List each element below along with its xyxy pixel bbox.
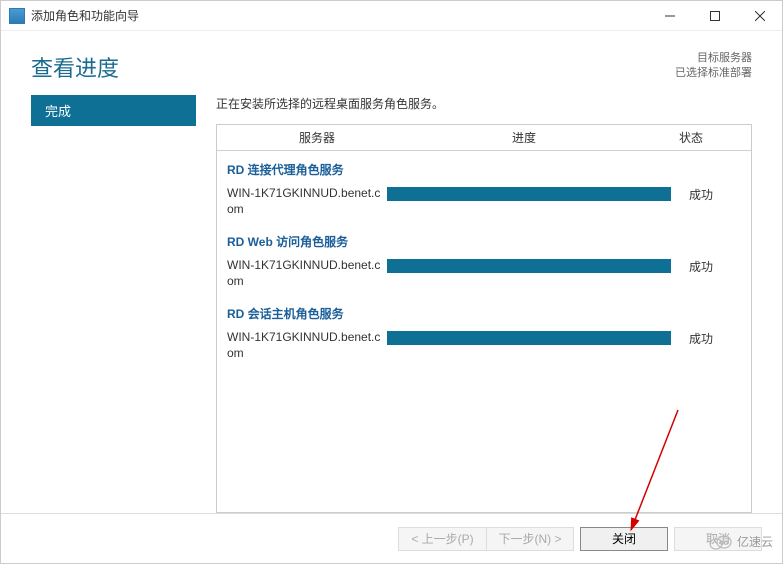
progress-headers: 服务器 进度 状态 [217, 125, 751, 151]
server-name: WIN-1K71GKINNUD.benet.com [227, 330, 387, 361]
progress-bar-wrap [387, 186, 671, 201]
close-button[interactable]: 关闭 [580, 527, 668, 551]
target-info: 目标服务器 已选择标准部署 [675, 51, 752, 82]
page-title: 查看进度 [31, 51, 119, 83]
target-info-value: 已选择标准部署 [675, 66, 752, 81]
footer: < 上一步(P) 下一步(N) > 关闭 取消 [1, 513, 782, 563]
sidebar: 完成 [31, 95, 196, 513]
service-row: WIN-1K71GKINNUD.benet.com 成功 [227, 258, 741, 289]
sidebar-step-done: 完成 [31, 95, 196, 126]
service-title: RD 连接代理角色服务 [227, 161, 741, 178]
service-block: RD Web 访问角色服务 WIN-1K71GKINNUD.benet.com … [217, 223, 751, 295]
status-value: 成功 [671, 330, 741, 347]
nav-button-group: < 上一步(P) 下一步(N) > [398, 527, 574, 551]
target-info-label: 目标服务器 [675, 51, 752, 66]
close-window-button[interactable] [737, 1, 782, 30]
status-value: 成功 [671, 186, 741, 203]
body-area: 完成 正在安装所选择的远程桌面服务角色服务。 服务器 进度 状态 RD 连接代理… [1, 95, 782, 513]
progress-bar-wrap [387, 330, 671, 345]
progress-bar-wrap [387, 258, 671, 273]
progress-bar [387, 187, 671, 201]
titlebar: 添加角色和功能向导 [1, 1, 782, 31]
header-area: 查看进度 目标服务器 已选择标准部署 [1, 31, 782, 95]
service-row: WIN-1K71GKINNUD.benet.com 成功 [227, 330, 741, 361]
content: 正在安装所选择的远程桌面服务角色服务。 服务器 进度 状态 RD 连接代理角色服… [196, 95, 782, 513]
service-block: RD 会话主机角色服务 WIN-1K71GKINNUD.benet.com 成功 [217, 295, 751, 367]
progress-bar [387, 259, 671, 273]
window-controls [647, 1, 782, 30]
service-title: RD Web 访问角色服务 [227, 233, 741, 250]
service-title: RD 会话主机角色服务 [227, 305, 741, 322]
install-message: 正在安装所选择的远程桌面服务角色服务。 [216, 95, 752, 112]
cancel-button: 取消 [674, 527, 762, 551]
app-icon [9, 8, 25, 24]
col-header-status: 状态 [631, 125, 751, 150]
next-button: 下一步(N) > [486, 527, 574, 551]
progress-panel: 服务器 进度 状态 RD 连接代理角色服务 WIN-1K71GKINNUD.be… [216, 124, 752, 513]
progress-bar [387, 331, 671, 345]
col-header-progress: 进度 [417, 125, 631, 150]
maximize-button[interactable] [692, 1, 737, 30]
wizard-window: 添加角色和功能向导 查看进度 目标服务器 已选择标准部署 完成 正在安装所选择的… [0, 0, 783, 564]
minimize-button[interactable] [647, 1, 692, 30]
server-name: WIN-1K71GKINNUD.benet.com [227, 186, 387, 217]
status-value: 成功 [671, 258, 741, 275]
service-row: WIN-1K71GKINNUD.benet.com 成功 [227, 186, 741, 217]
server-name: WIN-1K71GKINNUD.benet.com [227, 258, 387, 289]
window-title: 添加角色和功能向导 [31, 7, 139, 24]
service-block: RD 连接代理角色服务 WIN-1K71GKINNUD.benet.com 成功 [217, 151, 751, 223]
col-header-server: 服务器 [217, 125, 417, 150]
prev-button: < 上一步(P) [398, 527, 486, 551]
